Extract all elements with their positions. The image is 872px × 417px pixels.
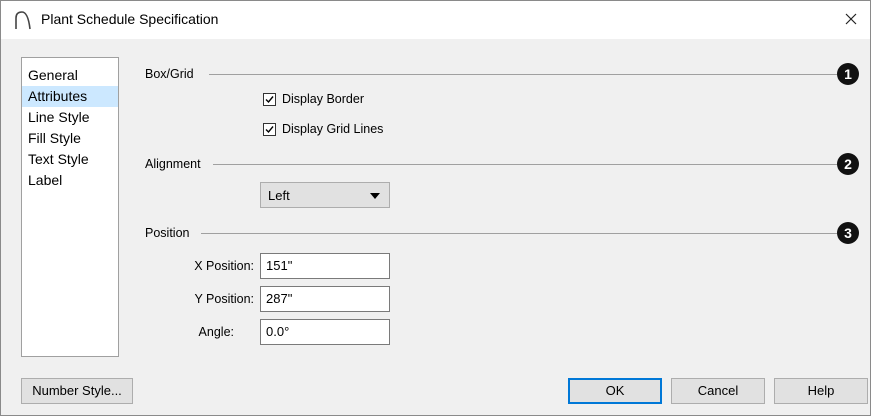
arch-icon [14,10,32,30]
angle-field[interactable]: 0.0° [260,319,390,345]
help-button[interactable]: Help [774,378,868,404]
callout-badge-3: 3 [837,222,859,244]
x-position-field[interactable]: 151" [260,253,390,279]
box-grid-divider [209,74,837,75]
sidebar-item-line-style[interactable]: Line Style [22,107,118,128]
display-border-label: Display Border [282,92,364,106]
callout-badge-1: 1 [837,63,859,85]
alignment-select-value: Left [268,188,290,203]
checkmark-icon [265,125,274,133]
chevron-down-icon [370,193,380,199]
callout-badge-2: 2 [837,153,859,175]
checkmark-icon [265,95,274,103]
window-title: Plant Schedule Specification [41,11,219,27]
sidebar-item-fill-style[interactable]: Fill Style [22,128,118,149]
sidebar-item-label[interactable]: Label [22,170,118,191]
alignment-select[interactable]: Left [260,182,390,208]
dialog-window: Plant Schedule Specification General Att… [0,0,871,416]
category-list[interactable]: General Attributes Line Style Fill Style… [21,57,119,357]
display-grid-lines-label: Display Grid Lines [282,122,384,136]
position-heading: Position [145,226,190,240]
number-style-button[interactable]: Number Style... [21,378,133,404]
sidebar-item-attributes[interactable]: Attributes [22,86,118,107]
title-bar: Plant Schedule Specification [1,1,870,39]
alignment-divider [213,164,837,165]
display-border-checkbox[interactable] [263,92,276,106]
close-icon [845,13,857,25]
display-grid-lines-checkbox[interactable] [263,122,276,136]
position-divider [201,233,837,234]
box-grid-heading: Box/Grid [145,67,194,81]
alignment-heading: Alignment [145,157,201,171]
ok-button[interactable]: OK [568,378,662,404]
cancel-button[interactable]: Cancel [671,378,765,404]
display-grid-lines-row[interactable]: Display Grid Lines [263,122,383,136]
sidebar-item-text-style[interactable]: Text Style [22,149,118,170]
y-position-field[interactable]: 287" [260,286,390,312]
close-button[interactable] [836,5,866,33]
y-position-label: Y Position: [194,292,254,306]
sidebar-item-general[interactable]: General [22,65,118,86]
angle-label: Angle: [198,325,234,339]
display-border-row[interactable]: Display Border [263,92,364,106]
x-position-label: X Position: [194,259,254,273]
